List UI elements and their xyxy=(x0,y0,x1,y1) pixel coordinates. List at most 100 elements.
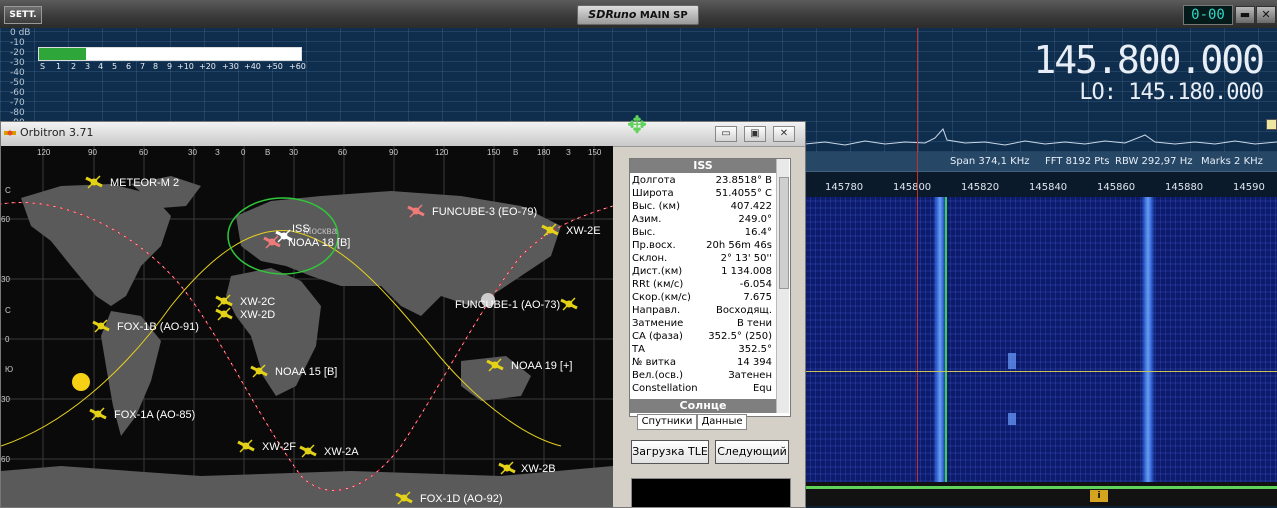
data-row: Дист.(км) 1 134.008 xyxy=(632,266,772,279)
waterfall-marker-line xyxy=(805,371,1277,372)
data-value: -6.054 xyxy=(739,279,772,290)
db-tick: -60 xyxy=(10,88,25,98)
orbitron-window: Orbitron 3.71 ▭ ▣ ✕ 120 90 60 30 З 0 В 3… xyxy=(0,121,806,508)
resize-handle[interactable] xyxy=(1266,119,1277,130)
satellite-icon[interactable] xyxy=(220,297,228,305)
data-key: Широта xyxy=(632,188,674,199)
lon-label: 90 xyxy=(389,148,398,157)
data-value: 23.8518° В xyxy=(715,175,772,186)
data-row: № витка 14 394 xyxy=(632,357,772,370)
frequency-axis[interactable]: 145780 145800 145820 145840 145860 145880 1459… xyxy=(805,171,1277,199)
load-tle-button[interactable]: Загрузка TLE xyxy=(631,440,709,464)
satellite-label: XW-2A xyxy=(324,446,359,458)
world-map-canvas: 120 90 60 30 З 0 В 30 60 90 120 150 В 18… xyxy=(1,146,613,507)
satellite-icon[interactable] xyxy=(503,464,511,472)
orbitron-minimize-button[interactable]: ▭ xyxy=(715,126,737,142)
data-row: Широта 51.4055° С xyxy=(632,188,772,201)
data-row: Скор.(км/с) 7.675 xyxy=(632,292,772,305)
satellite-marker[interactable]: XW-2A xyxy=(299,444,359,458)
data-key: СА (фаза) xyxy=(632,331,683,342)
lon-label: 0 xyxy=(241,148,246,157)
satellite-icon[interactable] xyxy=(255,367,263,375)
lon-label: З xyxy=(215,148,220,157)
frequency-display[interactable]: 145.800.000 xyxy=(1033,38,1265,82)
satellite-label: NOAA 19 [+] xyxy=(511,360,572,372)
settings-button[interactable]: SETT. xyxy=(4,6,42,24)
satellite-marker[interactable]: FOX-1A (AO-85) xyxy=(89,407,195,421)
s-meter xyxy=(38,47,302,61)
close-button[interactable]: ✕ xyxy=(1256,6,1276,24)
freq-tick: 145780 xyxy=(825,182,864,193)
db-tick: -10 xyxy=(10,38,25,48)
data-value: 51.4055° С xyxy=(715,188,772,199)
satellite-icon[interactable] xyxy=(412,207,420,215)
tab-data[interactable]: Данные xyxy=(697,414,747,430)
lon-label: 30 xyxy=(188,148,197,157)
satellite-icon[interactable] xyxy=(94,410,102,418)
data-row: Азим. 249.0° xyxy=(632,214,772,227)
satellite-icon[interactable] xyxy=(400,494,408,502)
satellite-icon[interactable] xyxy=(546,226,554,234)
data-value: 14 394 xyxy=(737,357,772,368)
satellite-icon[interactable] xyxy=(268,238,276,246)
s-meter-tick: 1 xyxy=(56,62,62,71)
lon-label: 120 xyxy=(37,148,51,157)
next-button[interactable]: Следующий xyxy=(715,440,789,464)
satellite-marker[interactable]: XW-2C xyxy=(215,294,275,308)
satellite-marker[interactable]: XW-2B xyxy=(498,461,556,475)
s-meter-tick: 4 xyxy=(98,62,104,71)
tab-satellites[interactable]: Спутники xyxy=(637,414,697,430)
data-value: 16.4° xyxy=(744,227,772,238)
satellite-icon[interactable] xyxy=(304,447,312,455)
lon-label: 60 xyxy=(139,148,148,157)
satellite-marker[interactable]: FUNCUBE-1 (AO-73) xyxy=(455,297,578,311)
data-row: ТА 352.5° xyxy=(632,344,772,357)
lo-frequency-display[interactable]: LO: 145.180.000 xyxy=(1079,80,1264,105)
waterfall-display[interactable] xyxy=(805,197,1277,482)
data-key: RRt (км/с) xyxy=(632,279,684,290)
satellite-marker[interactable]: XW-2F xyxy=(237,439,296,453)
satellite-marker[interactable]: XW-2D xyxy=(215,307,275,321)
satellite-icon[interactable] xyxy=(220,310,228,318)
satellite-icon[interactable] xyxy=(565,300,573,308)
world-map[interactable]: 120 90 60 30 З 0 В 30 60 90 120 150 В 18… xyxy=(1,146,613,507)
data-key: Направл. xyxy=(632,305,681,316)
data-row: Выс. (км) 407.422 xyxy=(632,201,772,214)
orbitron-maximize-button[interactable]: ▣ xyxy=(744,126,766,142)
freq-tick: 145880 xyxy=(1165,182,1204,193)
db-tick: -80 xyxy=(10,108,25,118)
satellite-data-panel: ISS Долгота 23.8518° В Широта 51.4055° С Выс… xyxy=(629,158,791,417)
info-button[interactable]: i xyxy=(1090,490,1108,502)
db-tick: -30 xyxy=(10,58,25,68)
orbitron-titlebar[interactable]: Orbitron 3.71 ▭ ▣ ✕ xyxy=(1,122,805,147)
data-key: Constellation xyxy=(632,383,698,394)
lon-label: В xyxy=(513,148,518,157)
scroll-thumb[interactable] xyxy=(779,177,789,289)
satellite-icon[interactable] xyxy=(90,178,98,186)
satellite-icon[interactable] xyxy=(97,322,105,330)
sun-icon xyxy=(72,373,90,391)
minimize-button[interactable]: ▬ xyxy=(1235,6,1255,24)
data-key: Пр.восх. xyxy=(632,240,676,251)
tuning-cursor[interactable] xyxy=(917,28,918,482)
brand-mode: MAIN SP xyxy=(639,10,688,21)
orbitron-close-button[interactable]: ✕ xyxy=(773,126,795,142)
satellite-icon[interactable] xyxy=(280,232,288,240)
satellite-label: XW-2C xyxy=(240,296,275,308)
signal-burst xyxy=(1008,413,1016,425)
data-row: Выс. 16.4° xyxy=(632,227,772,240)
data-row: RRt (км/с) -6.054 xyxy=(632,279,772,292)
panel-scrollbar[interactable] xyxy=(776,159,789,413)
lon-label: 180 xyxy=(537,148,551,157)
s-meter-tick: +40 xyxy=(244,62,261,71)
move-handle-icon[interactable]: ✥ xyxy=(624,112,650,138)
s-meter-tick: +30 xyxy=(222,62,239,71)
satellite-icon[interactable] xyxy=(242,442,250,450)
signal-band xyxy=(1141,197,1155,482)
satellite-icon[interactable] xyxy=(491,361,499,369)
db-tick: -20 xyxy=(10,48,25,58)
panel-footer[interactable]: Солнце xyxy=(630,399,776,413)
data-value: Затенен xyxy=(728,370,772,381)
brand-logo: SDRuno xyxy=(588,8,637,21)
satellite-label: XW-2E xyxy=(566,225,601,237)
